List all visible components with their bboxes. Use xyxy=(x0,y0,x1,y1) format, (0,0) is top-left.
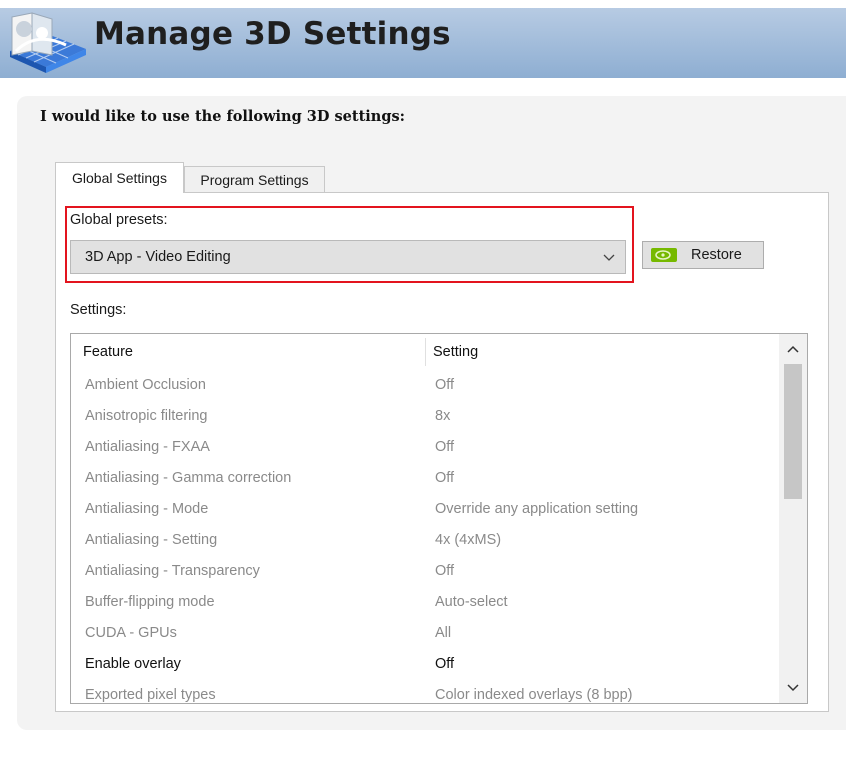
page-header: Manage 3D Settings xyxy=(0,8,846,78)
table-row[interactable]: Antialiasing - Mode Override any applicat… xyxy=(71,495,777,526)
setting-cell[interactable]: Off xyxy=(435,656,454,672)
feature-cell: Enable overlay xyxy=(85,656,181,672)
setting-cell[interactable]: 4x (4xMS) xyxy=(435,532,501,548)
vertical-scrollbar[interactable] xyxy=(779,334,807,703)
feature-cell: Ambient Occlusion xyxy=(85,377,206,393)
feature-cell: Antialiasing - Transparency xyxy=(85,563,260,579)
column-header-setting[interactable]: Setting xyxy=(433,344,478,360)
restore-label: Restore xyxy=(691,247,742,263)
tab-program-settings[interactable]: Program Settings xyxy=(184,166,325,193)
setting-cell[interactable]: Off xyxy=(435,377,454,393)
setting-cell[interactable]: Off xyxy=(435,470,454,486)
scroll-down-arrow-icon[interactable] xyxy=(785,679,801,695)
settings-label: Settings: xyxy=(70,302,127,318)
global-presets-value: 3D App - Video Editing xyxy=(85,249,231,265)
top-strip xyxy=(0,0,846,8)
list-header: Feature Setting xyxy=(71,334,777,370)
setting-cell[interactable]: Off xyxy=(435,439,454,455)
setting-cell[interactable]: All xyxy=(435,625,451,641)
column-divider[interactable] xyxy=(425,338,426,366)
table-row[interactable]: Buffer-flipping mode Auto-select xyxy=(71,588,777,619)
table-row[interactable]: Enable overlay Off xyxy=(71,650,777,681)
feature-cell: Exported pixel types xyxy=(85,687,216,703)
page-title: Manage 3D Settings xyxy=(94,16,451,52)
table-row[interactable]: CUDA - GPUs All xyxy=(71,619,777,650)
setting-cell[interactable]: Off xyxy=(435,563,454,579)
column-header-feature[interactable]: Feature xyxy=(83,344,133,360)
scroll-up-arrow-icon[interactable] xyxy=(785,342,801,358)
setting-cell[interactable]: Override any application setting xyxy=(435,501,638,517)
tab-global-settings[interactable]: Global Settings xyxy=(55,162,184,193)
setting-cell[interactable]: Color indexed overlays (8 bpp) xyxy=(435,687,632,703)
settings-list[interactable]: Feature Setting Ambient Occlusion Off Anis… xyxy=(70,333,808,704)
intro-heading: I would like to use the following 3D set… xyxy=(40,108,405,125)
feature-cell: Antialiasing - Gamma correction xyxy=(85,470,292,486)
table-row[interactable]: Antialiasing - Setting 4x (4xMS) xyxy=(71,526,777,557)
scroll-thumb[interactable] xyxy=(784,364,802,499)
setting-cell[interactable]: Auto-select xyxy=(435,594,508,610)
global-presets-dropdown[interactable]: 3D App - Video Editing xyxy=(70,240,626,274)
feature-cell: Antialiasing - FXAA xyxy=(85,439,210,455)
feature-cell: Antialiasing - Mode xyxy=(85,501,209,517)
setting-cell[interactable]: 8x xyxy=(435,408,450,424)
table-row[interactable]: Antialiasing - Transparency Off xyxy=(71,557,777,588)
feature-cell: Anisotropic filtering xyxy=(85,408,208,424)
feature-cell: Buffer-flipping mode xyxy=(85,594,215,610)
feature-cell: Antialiasing - Setting xyxy=(85,532,218,548)
restore-button[interactable]: Restore xyxy=(642,241,764,269)
table-row[interactable]: Antialiasing - FXAA Off xyxy=(71,433,777,464)
global-presets-label: Global presets: xyxy=(70,212,168,228)
feature-cell: CUDA - GPUs xyxy=(85,625,177,641)
table-row[interactable]: Exported pixel types Color indexed overla… xyxy=(71,681,777,703)
3d-settings-icon xyxy=(10,12,86,73)
chevron-down-icon xyxy=(603,254,615,261)
nvidia-logo-icon xyxy=(651,248,677,262)
table-row[interactable]: Anisotropic filtering 8x xyxy=(71,402,777,433)
table-row[interactable]: Ambient Occlusion Off xyxy=(71,371,777,402)
table-row[interactable]: Antialiasing - Gamma correction Off xyxy=(71,464,777,495)
